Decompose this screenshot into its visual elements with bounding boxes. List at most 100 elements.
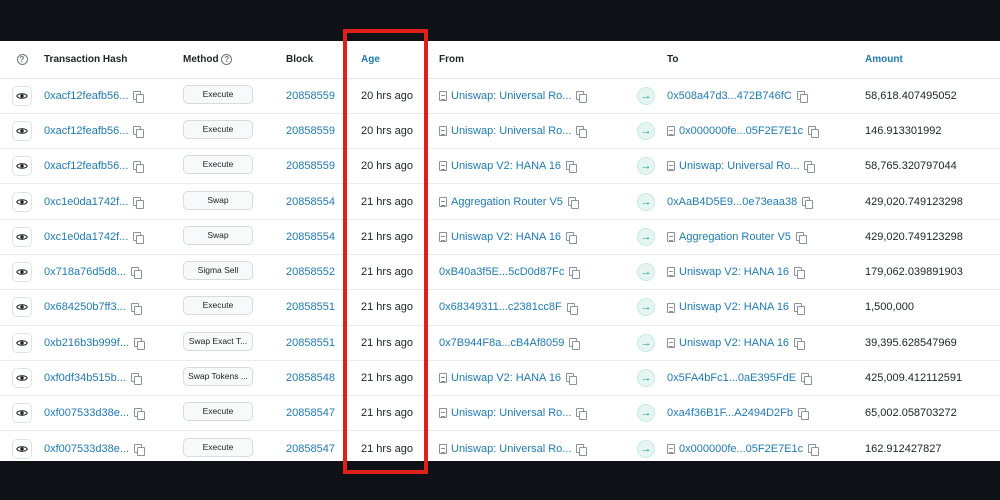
copy-icon[interactable] bbox=[130, 267, 142, 280]
copy-icon[interactable] bbox=[566, 161, 578, 174]
transaction-hash-link[interactable]: 0xacf12feafb56... bbox=[44, 90, 128, 102]
from-address-link[interactable]: 0xB40a3f5E...5cD0d87Fc bbox=[439, 266, 564, 278]
copy-icon[interactable] bbox=[566, 231, 578, 244]
copy-icon[interactable] bbox=[569, 337, 581, 350]
from-address-link[interactable]: Uniswap: Universal Ro... bbox=[451, 125, 571, 137]
copy-icon[interactable] bbox=[133, 161, 145, 174]
copy-icon[interactable] bbox=[134, 337, 146, 350]
copy-icon[interactable] bbox=[802, 196, 814, 209]
copy-icon[interactable] bbox=[130, 302, 142, 315]
transaction-hash-link[interactable]: 0xacf12feafb56... bbox=[44, 125, 128, 137]
to-address-link[interactable]: 0xAaB4D5E9...0e73eaa38 bbox=[667, 196, 797, 208]
view-details-button[interactable] bbox=[12, 85, 32, 106]
from-address-link[interactable]: Uniswap: Universal Ro... bbox=[451, 407, 571, 419]
copy-icon[interactable] bbox=[576, 443, 588, 456]
to-address-link[interactable]: 0x000000fe...05F2E7E1c bbox=[679, 443, 803, 455]
block-link[interactable]: 20858548 bbox=[286, 372, 335, 384]
copy-icon[interactable] bbox=[134, 408, 146, 421]
to-address-link[interactable]: 0x000000fe...05F2E7E1c bbox=[679, 125, 803, 137]
copy-icon[interactable] bbox=[130, 373, 142, 386]
to-address-link[interactable]: 0x5FA4bFc1...0aE395FdE bbox=[667, 372, 796, 384]
block-link[interactable]: 20858559 bbox=[286, 90, 335, 102]
copy-icon[interactable] bbox=[794, 302, 806, 315]
from-address-link[interactable]: Uniswap V2: HANA 16 bbox=[451, 231, 561, 243]
transaction-hash-link[interactable]: 0x718a76d5d8... bbox=[44, 266, 126, 278]
view-details-button[interactable] bbox=[12, 403, 32, 424]
arrow-right-icon: → bbox=[637, 157, 655, 176]
block-link[interactable]: 20858547 bbox=[286, 443, 335, 455]
view-details-button[interactable] bbox=[12, 226, 32, 247]
to-address-link[interactable]: 0xa4f36B1F...A2494D2Fb bbox=[667, 407, 793, 419]
view-details-button[interactable] bbox=[12, 156, 32, 177]
transaction-hash-link[interactable]: 0xc1e0da1742f... bbox=[44, 196, 128, 208]
block-link[interactable]: 20858551 bbox=[286, 337, 335, 349]
view-details-button[interactable] bbox=[12, 120, 32, 141]
copy-icon[interactable] bbox=[133, 126, 145, 139]
view-details-button[interactable] bbox=[12, 191, 32, 212]
copy-icon[interactable] bbox=[133, 196, 145, 209]
view-details-button[interactable] bbox=[12, 438, 32, 459]
block-link[interactable]: 20858551 bbox=[286, 301, 335, 313]
copy-icon[interactable] bbox=[801, 373, 813, 386]
copy-icon[interactable] bbox=[794, 337, 806, 350]
block-link[interactable]: 20858554 bbox=[286, 231, 335, 243]
transaction-hash-link[interactable]: 0xb216b3b999f... bbox=[44, 337, 129, 349]
block-link[interactable]: 20858559 bbox=[286, 160, 335, 172]
view-details-button[interactable] bbox=[12, 332, 32, 353]
copy-icon[interactable] bbox=[566, 373, 578, 386]
from-address-link[interactable]: Aggregation Router V5 bbox=[451, 196, 563, 208]
copy-icon[interactable] bbox=[795, 231, 807, 244]
view-details-button[interactable] bbox=[12, 297, 32, 318]
table-row: 0x684250b7ff3... Execute 20858551 21 hrs… bbox=[0, 290, 1000, 326]
view-details-button[interactable] bbox=[12, 368, 32, 389]
to-address-link[interactable]: 0x508a47d3...472B746fC bbox=[667, 90, 792, 102]
transaction-hash-link[interactable]: 0x684250b7ff3... bbox=[44, 301, 126, 313]
copy-icon[interactable] bbox=[569, 267, 581, 280]
arrow-right-icon: → bbox=[637, 439, 655, 458]
arrow-right-icon: → bbox=[637, 86, 655, 105]
from-address-link[interactable]: Uniswap: Universal Ro... bbox=[451, 90, 571, 102]
view-details-button[interactable] bbox=[12, 262, 32, 283]
copy-icon[interactable] bbox=[796, 90, 808, 103]
method-badge: Execute bbox=[183, 155, 253, 175]
block-link[interactable]: 20858559 bbox=[286, 125, 335, 137]
copy-icon[interactable] bbox=[576, 126, 588, 139]
to-address-link[interactable]: Aggregation Router V5 bbox=[679, 231, 791, 243]
copy-icon[interactable] bbox=[794, 267, 806, 280]
to-address-link[interactable]: Uniswap: Universal Ro... bbox=[679, 160, 799, 172]
to-address-link[interactable]: Uniswap V2: HANA 16 bbox=[679, 301, 789, 313]
transaction-hash-link[interactable]: 0xf007533d38e... bbox=[44, 407, 129, 419]
to-address-link[interactable]: Uniswap V2: HANA 16 bbox=[679, 337, 789, 349]
transactions-table-panel: ? Transaction Hash Method ? Block Age Fr… bbox=[0, 41, 1000, 461]
header-age-toggle[interactable]: Age bbox=[361, 41, 439, 79]
block-link[interactable]: 20858547 bbox=[286, 407, 335, 419]
block-link[interactable]: 20858554 bbox=[286, 196, 335, 208]
from-address-link[interactable]: 0x68349311...c2381cc8F bbox=[439, 301, 562, 313]
header-amount-toggle[interactable]: Amount bbox=[865, 41, 1000, 79]
contract-icon bbox=[439, 373, 447, 384]
copy-icon[interactable] bbox=[133, 90, 145, 103]
copy-icon[interactable] bbox=[808, 126, 820, 139]
transaction-hash-link[interactable]: 0xacf12feafb56... bbox=[44, 160, 128, 172]
copy-icon[interactable] bbox=[797, 408, 809, 421]
copy-icon[interactable] bbox=[808, 443, 820, 456]
from-address-link[interactable]: Uniswap V2: HANA 16 bbox=[451, 372, 561, 384]
transaction-hash-link[interactable]: 0xc1e0da1742f... bbox=[44, 231, 128, 243]
from-address-link[interactable]: 0x7B944F8a...cB4Af8059 bbox=[439, 337, 564, 349]
transaction-hash-link[interactable]: 0xf0df34b515b... bbox=[44, 372, 126, 384]
from-address-link[interactable]: Uniswap: Universal Ro... bbox=[451, 443, 571, 455]
to-address-link[interactable]: Uniswap V2: HANA 16 bbox=[679, 266, 789, 278]
copy-icon[interactable] bbox=[576, 408, 588, 421]
header-help[interactable]: ? bbox=[0, 41, 44, 79]
transaction-hash-link[interactable]: 0xf007533d38e... bbox=[44, 443, 129, 455]
copy-icon[interactable] bbox=[134, 443, 146, 456]
copy-icon[interactable] bbox=[566, 302, 578, 315]
from-address-link[interactable]: Uniswap V2: HANA 16 bbox=[451, 160, 561, 172]
block-link[interactable]: 20858552 bbox=[286, 266, 335, 278]
copy-icon[interactable] bbox=[576, 90, 588, 103]
copy-icon[interactable] bbox=[804, 161, 816, 174]
question-icon[interactable]: ? bbox=[221, 53, 233, 65]
amount-cell: 429,020.749123298 bbox=[865, 195, 963, 208]
copy-icon[interactable] bbox=[133, 231, 145, 244]
copy-icon[interactable] bbox=[567, 196, 579, 209]
